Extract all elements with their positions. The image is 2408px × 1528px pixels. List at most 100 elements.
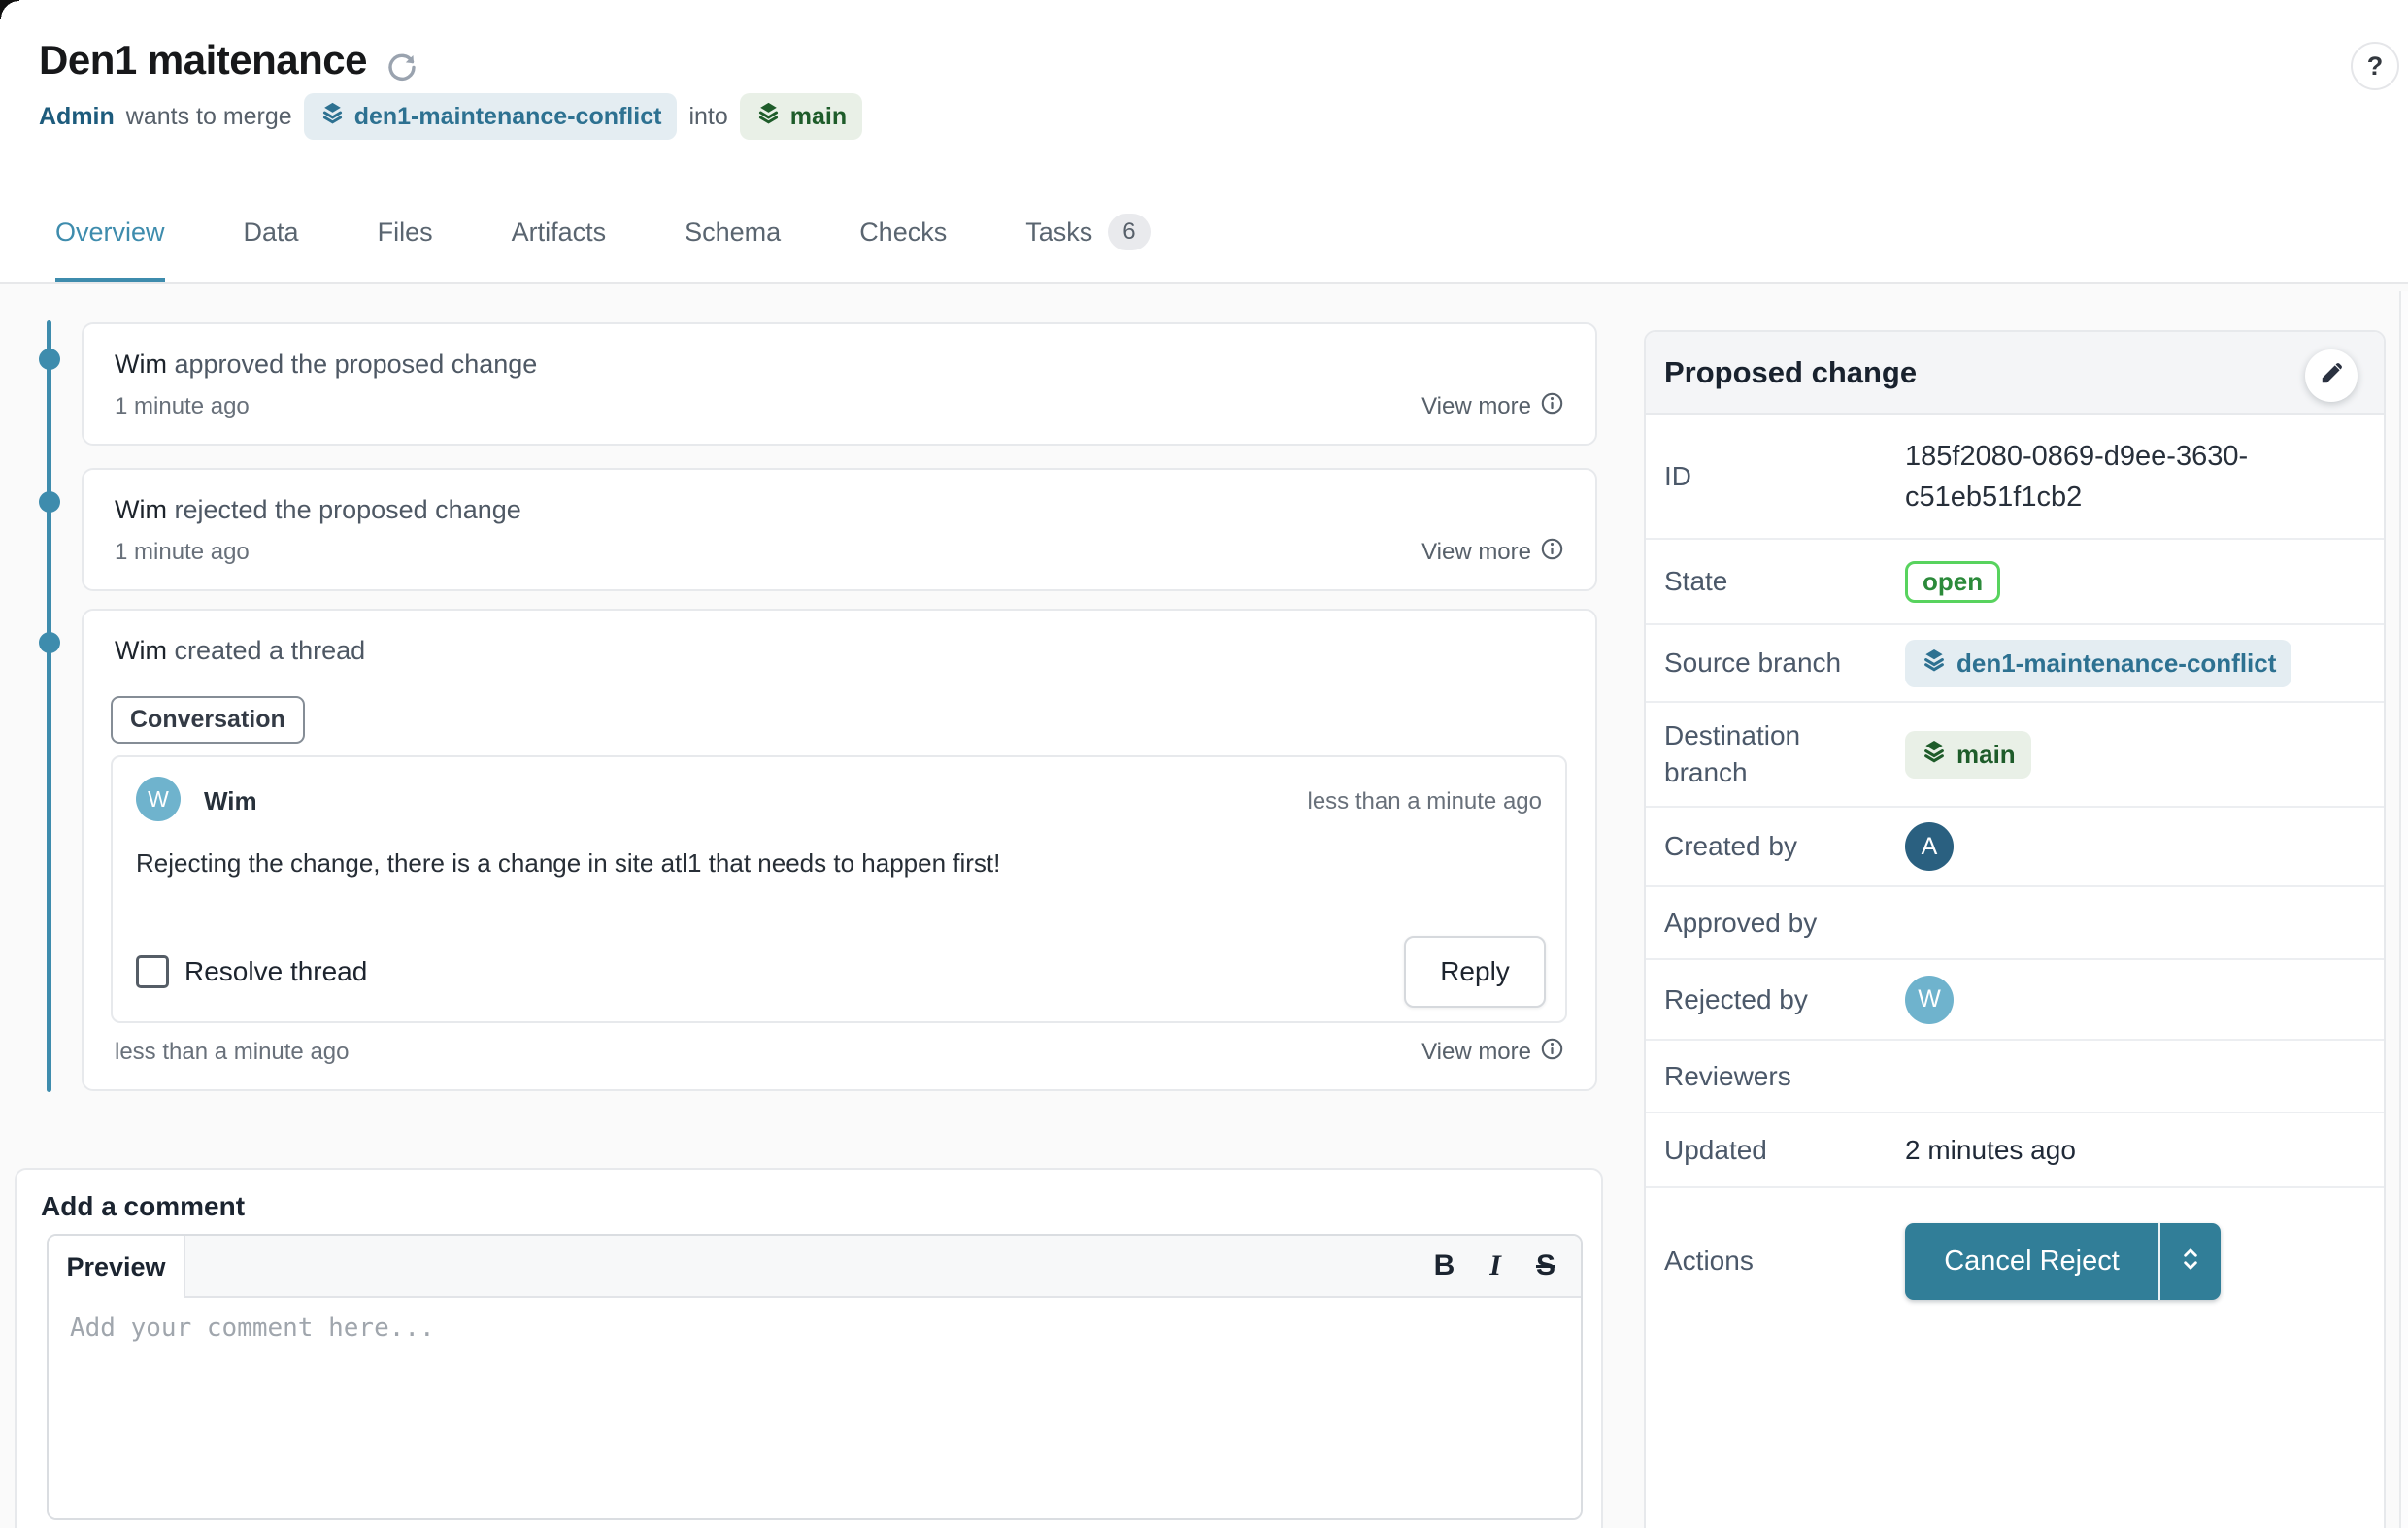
composer-heading: Add a comment xyxy=(41,1191,245,1222)
tab-data[interactable]: Data xyxy=(244,186,299,282)
edit-button[interactable] xyxy=(2305,349,2358,402)
tab-overview[interactable]: Overview xyxy=(55,186,165,282)
chevron-up-down-icon xyxy=(2178,1245,2203,1279)
info-icon xyxy=(1540,1037,1564,1068)
row-label: Actions xyxy=(1664,1243,1905,1279)
page-title: Den1 maitenance xyxy=(39,37,367,83)
strikethrough-icon[interactable]: S xyxy=(1536,1251,1555,1280)
panel-row-destination-branch: Destination branch main xyxy=(1646,703,2384,808)
branch-layers-icon xyxy=(755,100,782,133)
timeline-event-thread: Wim created a thread Conversation W Wim … xyxy=(82,609,1597,1091)
timeline-line xyxy=(47,320,51,1092)
comment-time: less than a minute ago xyxy=(1308,788,1543,815)
merge-author[interactable]: Admin xyxy=(39,103,115,131)
row-label: Destination branch xyxy=(1664,717,1905,791)
panel-row-created-by: Created by A xyxy=(1646,808,2384,887)
row-label: Source branch xyxy=(1664,645,1905,681)
refresh-icon xyxy=(385,49,419,88)
branch-layers-icon xyxy=(1921,738,1948,772)
help-button[interactable]: ? xyxy=(2351,42,2399,90)
comment-body: Rejecting the change, there is a change … xyxy=(136,848,1000,879)
target-branch-name: main xyxy=(790,103,847,131)
merge-verb: wants to merge xyxy=(126,103,292,131)
comment-author: Wim xyxy=(204,786,257,816)
event-footer: less than a minute ago View more xyxy=(115,1037,1564,1068)
avatar[interactable]: W xyxy=(136,777,181,821)
preview-tab[interactable]: Preview xyxy=(49,1236,185,1298)
panel-row-updated: Updated 2 minutes ago xyxy=(1646,1113,2384,1188)
cancel-reject-button[interactable]: Cancel Reject xyxy=(1905,1223,2158,1300)
tab-tasks[interactable]: Tasks 6 xyxy=(1025,186,1150,282)
reply-button[interactable]: Reply xyxy=(1404,936,1546,1008)
thread-actions-row: Resolve thread Reply xyxy=(136,936,1546,1008)
event-time: 1 minute ago xyxy=(115,393,250,420)
avatar[interactable]: A xyxy=(1905,822,1954,871)
change-id-value: 185f2080-0869-d9ee-3630-c51eb51f1cb2 xyxy=(1905,436,2332,517)
timeline-event-rejected: Wim rejected the proposed change 1 minut… xyxy=(82,468,1597,591)
avatar[interactable]: W xyxy=(1905,976,1954,1024)
branch-layers-icon xyxy=(1921,647,1948,681)
view-more-link[interactable]: View more xyxy=(1421,1037,1564,1068)
tab-artifacts[interactable]: Artifacts xyxy=(512,186,607,282)
page-header: Den1 maitenance Admin wants to merge xyxy=(0,0,2408,186)
view-more-link[interactable]: View more xyxy=(1421,391,1564,422)
italic-icon[interactable]: I xyxy=(1489,1251,1501,1280)
row-label: Updated xyxy=(1664,1132,1905,1169)
comment-editor: Preview B I S xyxy=(47,1234,1583,1520)
state-badge: open xyxy=(1905,561,2000,603)
view-more-link[interactable]: View more xyxy=(1421,537,1564,568)
row-label: Rejected by xyxy=(1664,981,1905,1018)
scrollbar-track[interactable] xyxy=(2399,291,2408,1528)
row-label: ID xyxy=(1664,458,1905,495)
target-branch-badge[interactable]: main xyxy=(740,93,862,140)
panel-row-approved-by: Approved by xyxy=(1646,887,2384,960)
comment-composer: Add a comment Preview B I S xyxy=(15,1168,1603,1528)
source-branch-name: den1-maintenance-conflict xyxy=(354,103,662,131)
row-label: Approved by xyxy=(1664,905,1905,942)
event-footer: 1 minute ago View more xyxy=(115,537,1564,568)
tab-files[interactable]: Files xyxy=(378,186,433,282)
resolve-thread-checkbox[interactable] xyxy=(136,955,169,988)
merge-summary: Admin wants to merge den1-maintenance-co… xyxy=(39,95,862,138)
row-label: Reviewers xyxy=(1664,1058,1905,1095)
resolve-thread-label: Resolve thread xyxy=(184,956,367,987)
panel-row-reviewers: Reviewers xyxy=(1646,1041,2384,1113)
tab-bar: Overview Data Files Artifacts Schema Che… xyxy=(0,186,2408,284)
bold-icon[interactable]: B xyxy=(1434,1251,1455,1280)
comment-input[interactable] xyxy=(49,1298,1581,1520)
actions-dropdown-toggle[interactable] xyxy=(2160,1223,2221,1300)
editor-toolbar: Preview B I S xyxy=(49,1236,1581,1298)
timeline-event-approved: Wim approved the proposed change 1 minut… xyxy=(82,322,1597,446)
tab-checks[interactable]: Checks xyxy=(859,186,947,282)
event-title: Wim rejected the proposed change xyxy=(115,495,521,525)
proposed-change-panel: Proposed change ID 185f2080-0869-d9ee-36… xyxy=(1644,330,2386,1528)
panel-row-source-branch: Source branch den1-maintenance-conflict xyxy=(1646,625,2384,703)
source-branch-badge[interactable]: den1-maintenance-conflict xyxy=(1905,640,2291,687)
branch-layers-icon xyxy=(319,100,346,133)
conversation-chip[interactable]: Conversation xyxy=(111,696,305,744)
event-time: 1 minute ago xyxy=(115,539,250,566)
source-branch-name: den1-maintenance-conflict xyxy=(1956,648,2276,679)
event-title: Wim approved the proposed change xyxy=(115,349,537,380)
destination-branch-name: main xyxy=(1956,740,2016,770)
panel-row-id: ID 185f2080-0869-d9ee-3630-c51eb51f1cb2 xyxy=(1646,415,2384,540)
pencil-icon xyxy=(2318,360,2345,392)
tasks-count-badge: 6 xyxy=(1108,214,1150,250)
row-label: State xyxy=(1664,563,1905,600)
source-branch-badge[interactable]: den1-maintenance-conflict xyxy=(304,93,678,140)
main-content: Wim approved the proposed change 1 minut… xyxy=(0,284,2408,1528)
tab-schema[interactable]: Schema xyxy=(685,186,781,282)
event-footer: 1 minute ago View more xyxy=(115,391,1564,422)
cancel-reject-split-button: Cancel Reject xyxy=(1905,1223,2221,1300)
format-tools: B I S xyxy=(1434,1236,1555,1296)
panel-title: Proposed change xyxy=(1664,355,1917,390)
destination-branch-badge[interactable]: main xyxy=(1905,731,2031,779)
window-corner xyxy=(0,0,19,19)
merge-into-word: into xyxy=(688,103,727,131)
panel-row-actions: Actions Cancel Reject xyxy=(1646,1188,2384,1334)
refresh-button[interactable] xyxy=(383,49,421,87)
timeline-dot xyxy=(39,632,60,653)
event-time: less than a minute ago xyxy=(115,1039,350,1066)
proposed-change-page: Den1 maitenance Admin wants to merge xyxy=(0,0,2408,1528)
panel-header: Proposed change xyxy=(1646,332,2384,415)
